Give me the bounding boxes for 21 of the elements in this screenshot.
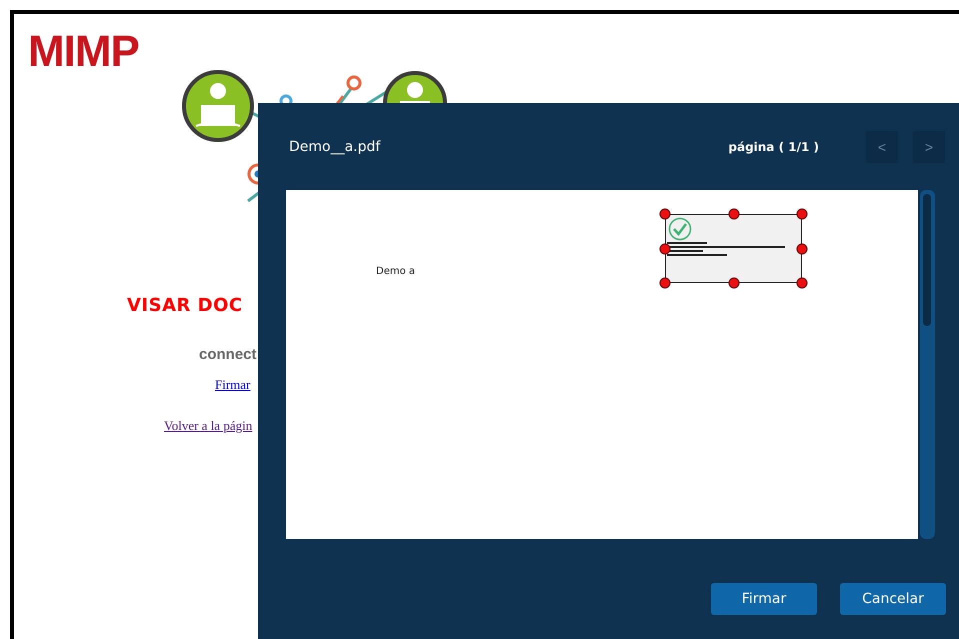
resize-handle[interactable]: [796, 208, 808, 220]
resize-handle[interactable]: [728, 208, 739, 220]
status-text: connect: [199, 346, 257, 363]
document-text: Demo a: [376, 266, 416, 277]
logo: MIMP: [28, 30, 140, 74]
file-name: Demo__a.pdf: [289, 138, 382, 154]
signature-box[interactable]: [665, 214, 802, 283]
previous-page-button[interactable]: <: [866, 130, 898, 162]
page-heading: VISAR DOC: [127, 295, 243, 316]
scrollbar[interactable]: [920, 190, 935, 539]
next-page-button[interactable]: >: [913, 130, 945, 162]
resize-handle[interactable]: [660, 243, 670, 254]
resize-handle[interactable]: [796, 278, 808, 288]
page-indicator: página ( 1/1 ): [728, 140, 819, 154]
check-icon: [668, 217, 692, 241]
dialog-button[interactable]: Firmar: [711, 583, 817, 615]
resize-handle[interactable]: [660, 208, 670, 220]
dialog-button[interactable]: Cancelar: [840, 583, 946, 615]
resize-handle[interactable]: [660, 278, 670, 288]
text-link[interactable]: Firmar: [215, 377, 250, 393]
text-link[interactable]: Volver a la págin: [164, 418, 252, 434]
